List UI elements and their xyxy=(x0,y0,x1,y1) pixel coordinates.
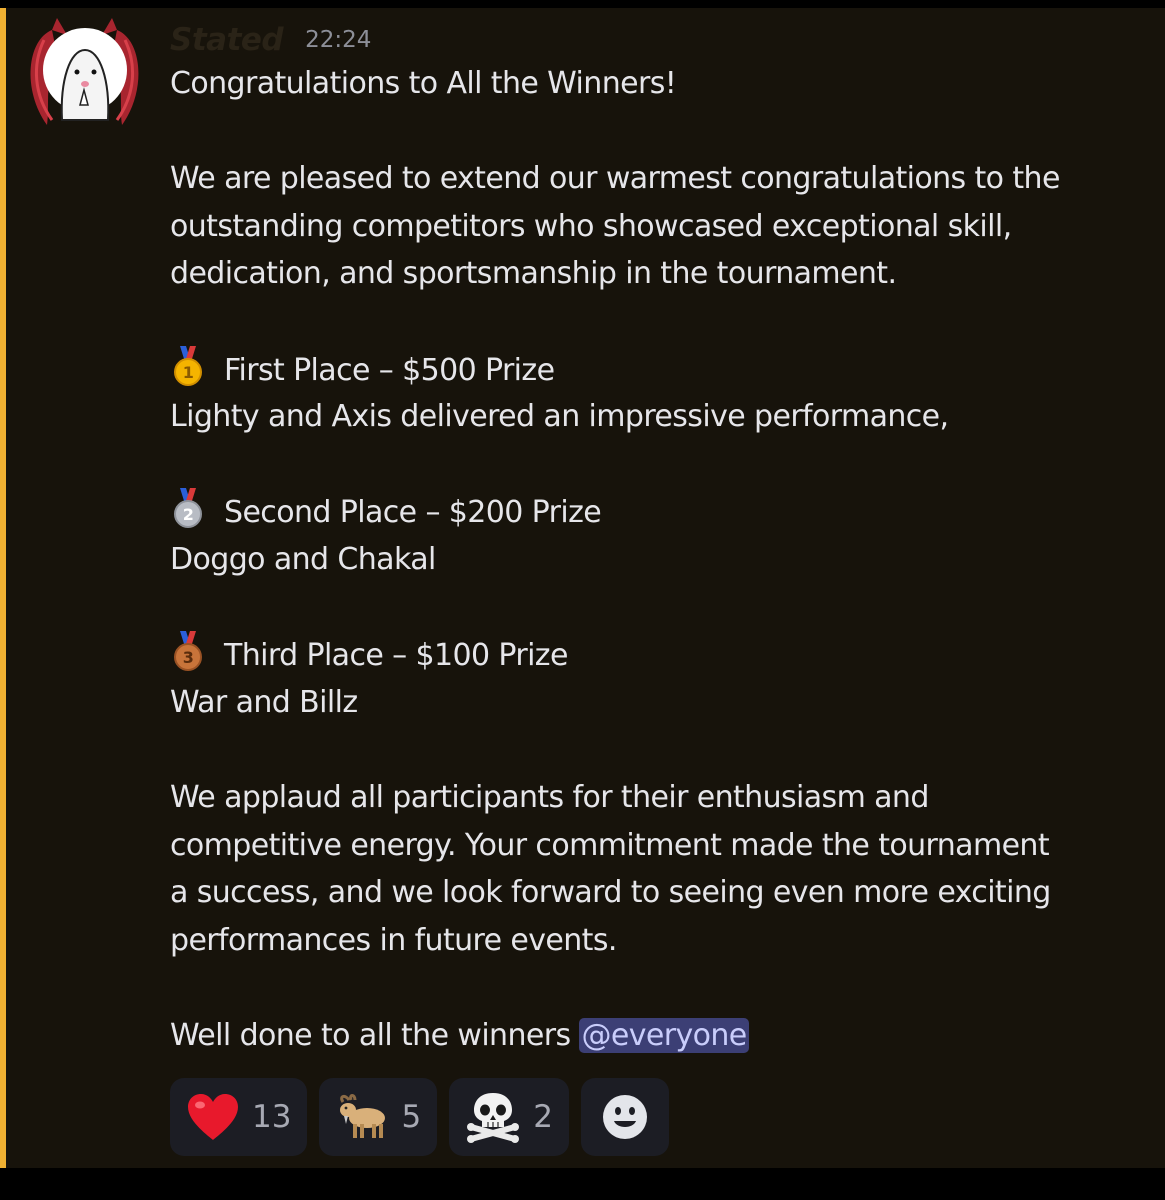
reaction-goat[interactable]: 5 xyxy=(319,1078,438,1156)
intro-line: outstanding competitors who showcased ex… xyxy=(170,208,1012,244)
avatar[interactable] xyxy=(22,10,147,135)
first-place-medal-icon: 1 xyxy=(170,345,206,401)
final-text: Well done to all the winners xyxy=(170,1017,580,1053)
third-place-text: Third Place – $100 Prize xyxy=(224,638,568,674)
reaction-count: 13 xyxy=(252,1099,292,1135)
skull-crossbones-icon xyxy=(467,1093,520,1143)
add-reaction-button[interactable] xyxy=(580,1078,669,1156)
reaction-heart[interactable]: 13 xyxy=(170,1078,308,1156)
first-place-text: First Place – $500 Prize xyxy=(224,352,555,388)
third-place-heading: 3 Third Place – $100 Prize xyxy=(170,631,1145,679)
third-place-medal-icon: 3 xyxy=(170,631,206,686)
reactions-bar: 13 5 2 xyxy=(170,1078,669,1156)
svg-text:2: 2 xyxy=(183,505,194,524)
second-place-winners: Doggo and Chakal xyxy=(170,541,436,577)
final-line: Well done to all the winners @everyone xyxy=(170,1012,1145,1060)
reaction-count: 5 xyxy=(401,1099,422,1135)
third-place-winners: War and Billz xyxy=(170,684,358,720)
top-strip xyxy=(0,0,1165,8)
second-place-medal-icon: 2 xyxy=(170,488,206,543)
chat-message: Stated 22:24 Congratulations to All the … xyxy=(0,8,1165,1168)
goat-icon xyxy=(340,1094,386,1138)
intro-line: We are pleased to extend our warmest con… xyxy=(170,161,1060,197)
timestamp: 22:24 xyxy=(305,27,372,53)
reaction-skull[interactable]: 2 xyxy=(449,1078,569,1156)
closing-line: We applaud all participants for their en… xyxy=(170,779,929,815)
message-title: Congratulations to All the Winners! xyxy=(170,66,677,101)
everyone-mention[interactable]: @everyone xyxy=(579,1017,749,1053)
second-place-text: Second Place – $200 Prize xyxy=(224,495,602,531)
smiley-add-reaction-icon xyxy=(602,1095,647,1139)
bottom-strip xyxy=(0,1168,1165,1200)
message-content: Congratulations to All the Winners! We a… xyxy=(170,60,1145,1059)
closing-line: competitive energy. Your commitment made… xyxy=(170,827,1050,863)
second-place-heading: 2 Second Place – $200 Prize xyxy=(170,488,1145,536)
first-place-winners: Lighty and Axis delivered an impressive … xyxy=(170,399,949,435)
svg-text:3: 3 xyxy=(183,648,194,667)
mention-highlight-bar xyxy=(0,8,6,1168)
message-header: Stated 22:24 xyxy=(170,20,371,60)
first-place-heading: 1 First Place – $500 Prize xyxy=(170,345,1145,394)
heart-icon xyxy=(188,1094,238,1140)
username[interactable]: Stated xyxy=(170,22,284,58)
closing-line: performances in future events. xyxy=(170,922,617,958)
closing-line: a success, and we look forward to seeing… xyxy=(170,875,1051,911)
svg-text:1: 1 xyxy=(183,363,194,382)
intro-line: dedication, and sportsmanship in the tou… xyxy=(170,256,897,292)
reaction-count: 2 xyxy=(533,1099,553,1135)
